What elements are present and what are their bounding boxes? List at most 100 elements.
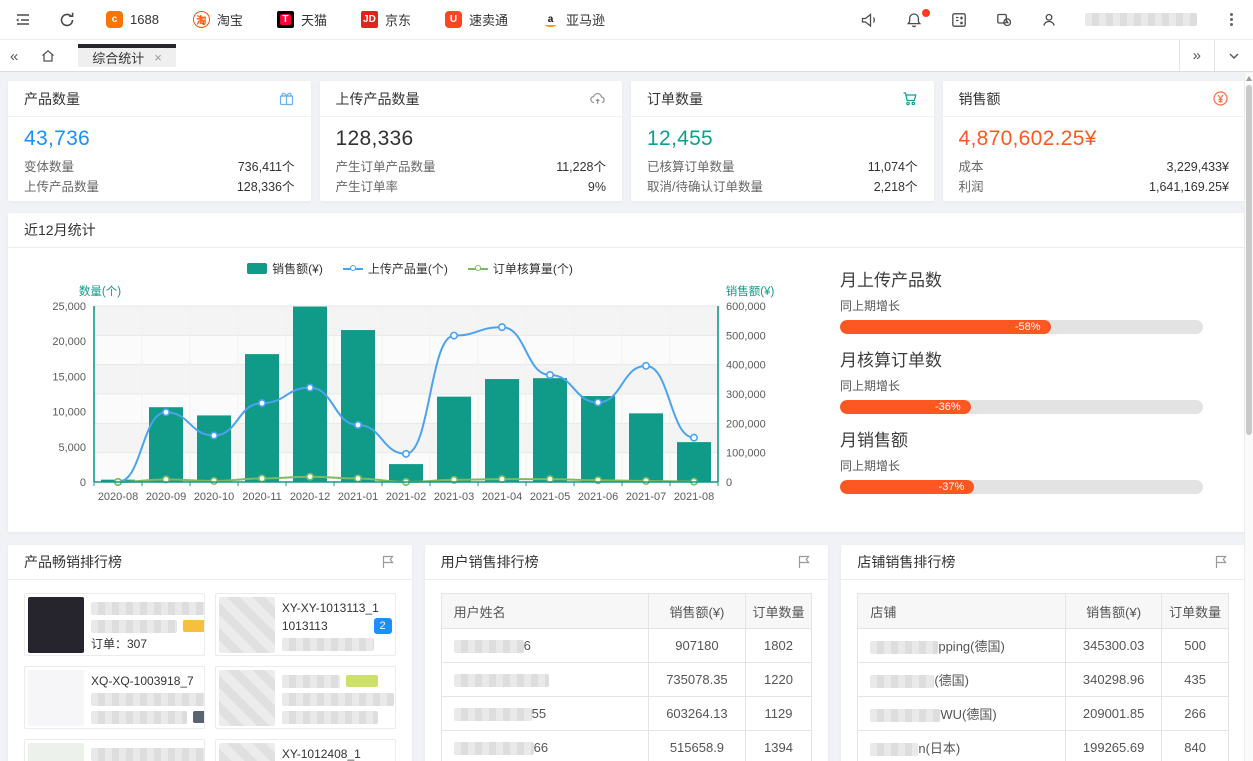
sales-cell: 209001.85 [1065,697,1161,731]
flag-icon[interactable] [1213,554,1229,570]
product-text: XY-1012408_1 [282,745,361,761]
redacted-text [282,638,374,651]
orders-cell: 500 [1162,629,1229,663]
sales-bar-2021-08 [677,442,711,482]
订单核算量(个)-point-2020-10 [211,478,217,484]
subrow-label: 成本 [959,157,984,177]
platform-tab-淘宝[interactable]: 淘淘宝 [193,0,243,40]
collapse-menu-icon[interactable] [14,11,32,29]
home-icon[interactable] [40,48,56,64]
left-axis-tick-label: 5,000 [58,442,86,454]
refresh-icon[interactable] [58,11,76,29]
growth-bar-fill: -58% [840,320,1051,334]
sales-cell: 199265.69 [1065,731,1161,761]
scrollbar-up-arrow[interactable] [1246,76,1252,81]
name-cell: pping(德国) [858,629,1066,663]
tab-label: 综合统计 [92,48,144,67]
right-axis-tick-label: 500,000 [726,330,766,342]
product-line [282,690,394,708]
tab-comprehensive-statistics[interactable]: 综合统计 × [78,44,176,67]
product-card[interactable]: XY-1012408_1 [215,739,396,761]
legend-item-销售额(¥)[interactable]: 销售额(¥) [247,260,323,277]
订单核算量(个)-point-2021-01 [355,475,361,481]
platform-tab-label: 1688 [130,12,159,27]
redacted-name [870,709,940,722]
name-cell [441,663,649,697]
main-content: 产品数量43,736变体数量736,411个上传产品数量128,336个上传产品… [0,72,1253,761]
flag-icon[interactable] [380,554,396,570]
legend-item-上传产品量(个)[interactable]: 上传产品量(个) [343,260,448,277]
growth-stat-月上传产品数: 月上传产品数同上期增长-58% [840,266,1203,334]
product-text: 订单：307 [91,635,147,653]
legend-item-订单核算量(个)[interactable]: 订单核算量(个) [468,260,573,277]
上传产品量(个)-point-2021-07 [643,363,649,369]
chart-split-area [94,335,718,364]
product-card[interactable] [215,666,396,729]
platform-tab-1688[interactable]: c1688 [106,0,159,40]
redacted-name [454,708,532,721]
product-line [282,708,394,726]
platform-tab-京东[interactable]: JD京东 [361,0,411,40]
redacted-text [91,620,177,633]
product-card[interactable]: XY-XY-1013113_110131132 [215,593,396,656]
orders-cell: 435 [1162,663,1229,697]
chart-split-area [94,423,718,452]
table-row: n(日本)199265.69840 [858,731,1229,761]
legend-line-swatch [468,268,488,270]
x-axis-label: 2021-08 [674,491,714,503]
sales-bar-2021-03 [437,397,471,482]
stat-card-title: 产品数量 [24,89,80,109]
left-axis-tick-label: 20,000 [52,336,86,348]
platform-tab-亚马逊[interactable]: a亚马逊 [542,0,605,40]
速卖通-logo-icon: U [445,11,462,28]
growth-bar-fill: -37% [840,480,974,494]
product-image [28,597,84,653]
page-scrollbar[interactable] [1244,73,1253,761]
growth-stat-月核算订单数: 月核算订单数同上期增长-36% [840,346,1203,414]
chart-section-title: 近12月统计 [24,220,96,240]
tab-close-icon[interactable]: × [154,51,162,64]
profile-icon[interactable] [1040,11,1058,29]
product-line: XY-XY-1013113_1 [282,599,392,617]
orders-cell: 266 [1162,697,1229,731]
right-axis-tick-label: 400,000 [726,360,766,372]
tab-menu-chevron-icon[interactable] [1214,40,1253,71]
notifications-icon[interactable] [905,11,923,29]
monthly-statistics-card: 近12月统计 销售额(¥)上传产品量(个)订单核算量(个) 05,00010,0… [8,213,1245,532]
上传产品量(个)-point-2021-05 [547,372,553,378]
flag-icon[interactable] [796,554,812,570]
product-line [282,672,394,690]
platform-tab-速卖通[interactable]: U速卖通 [445,0,508,40]
left-axis-name: 数量(个) [79,284,121,298]
redacted-text [91,711,187,724]
product-card[interactable] [24,739,205,761]
platform-tab-天猫[interactable]: T天猫 [277,0,327,40]
stat-card-title: 销售额 [959,89,1001,109]
username-redacted[interactable] [1085,13,1197,26]
products-panel-title: 产品畅销排行榜 [24,552,122,572]
stat-card-subrow: 变体数量736,411个 [8,157,311,177]
redacted-text [282,711,378,724]
subrow-label: 变体数量 [24,157,74,177]
product-card[interactable]: XQ-XQ-1003918_7 [24,666,205,729]
product-card[interactable]: 订单：307 [24,593,205,656]
redacted-name [454,742,534,755]
history-icon[interactable] [995,11,1013,29]
workbench-icon[interactable] [950,11,968,29]
subrow-value: 2,218个 [874,177,918,197]
subrow-label: 利润 [959,177,984,197]
scrollbar-thumb[interactable] [1246,85,1252,435]
expand-tabs-icon[interactable]: » [1179,40,1214,71]
x-axis-label: 2021-07 [626,491,666,503]
page-tabbar: « 综合统计 × » [0,40,1253,72]
table-row: 69071801802 [441,629,812,663]
announcement-icon[interactable] [860,11,878,29]
sales-cell: 515658.9 [649,731,745,761]
product-image [28,670,84,726]
collapse-tabs-icon[interactable]: « [10,48,26,64]
bestselling-products-panel: 产品畅销排行榜 订单：307 XY-XY-1013113_110131132XQ-… [8,545,412,761]
chart-legend: 销售额(¥) 上传产品量(个) 订单核算量(个) [10,260,810,277]
orders-cell: 1220 [745,663,812,697]
more-options-icon[interactable] [1224,11,1239,28]
product-line [91,708,205,726]
